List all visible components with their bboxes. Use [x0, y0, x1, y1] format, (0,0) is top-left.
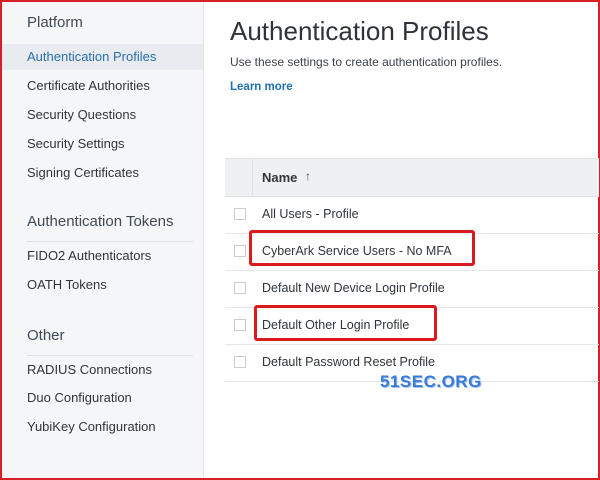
- section-divider: [27, 241, 193, 242]
- table-header: Name ↑: [225, 158, 599, 197]
- highlight-box: [254, 305, 437, 341]
- nav-item-signing-certificates[interactable]: Signing Certificates: [2, 160, 203, 186]
- watermark: 51SEC.ORG: [380, 372, 482, 391]
- nav-item-security-questions[interactable]: Security Questions: [2, 102, 203, 128]
- profile-name-cell[interactable]: All Users - Profile: [262, 207, 359, 221]
- learn-more-link[interactable]: Learn more: [230, 81, 293, 93]
- section-divider: [27, 355, 193, 356]
- nav-item-oath-tokens[interactable]: OATH Tokens: [2, 272, 203, 298]
- row-checkbox[interactable]: [234, 319, 246, 331]
- page-subtitle: Use these settings to create authenticat…: [230, 55, 503, 69]
- profile-name-cell[interactable]: Default Password Reset Profile: [262, 355, 435, 369]
- section-title-authentication-tokens: Authentication Tokens: [27, 213, 174, 230]
- row-checkbox[interactable]: [234, 356, 246, 368]
- table-row[interactable]: All Users - Profile: [225, 197, 599, 234]
- profiles-table: Name ↑ All Users - Profile CyberArk Serv…: [225, 158, 599, 382]
- nav-item-fido2-authenticators[interactable]: FIDO2 Authenticators: [2, 243, 203, 269]
- sidebar: Platform Authentication Profiles Certifi…: [2, 2, 204, 478]
- section-title-platform: Platform: [27, 14, 83, 31]
- section-title-other: Other: [27, 327, 65, 344]
- profile-name-cell[interactable]: Default New Device Login Profile: [262, 281, 445, 295]
- nav-item-duo-configuration[interactable]: Duo Configuration: [2, 385, 203, 411]
- table-row[interactable]: Default New Device Login Profile: [225, 271, 599, 308]
- page-title: Authentication Profiles: [230, 16, 489, 46]
- row-checkbox[interactable]: [234, 208, 246, 220]
- column-header-name[interactable]: Name: [262, 170, 297, 185]
- row-checkbox[interactable]: [234, 245, 246, 257]
- nav-item-radius-connections[interactable]: RADIUS Connections: [2, 357, 203, 383]
- highlight-box: [249, 230, 475, 266]
- nav-item-certificate-authorities[interactable]: Certificate Authorities: [2, 73, 203, 99]
- nav-item-security-settings[interactable]: Security Settings: [2, 131, 203, 157]
- select-all-column: [225, 159, 253, 196]
- arrow-up-icon[interactable]: ↑: [305, 169, 311, 183]
- nav-item-yubikey-configuration[interactable]: YubiKey Configuration: [2, 414, 203, 440]
- nav-item-authentication-profiles[interactable]: Authentication Profiles: [2, 44, 203, 70]
- row-checkbox[interactable]: [234, 282, 246, 294]
